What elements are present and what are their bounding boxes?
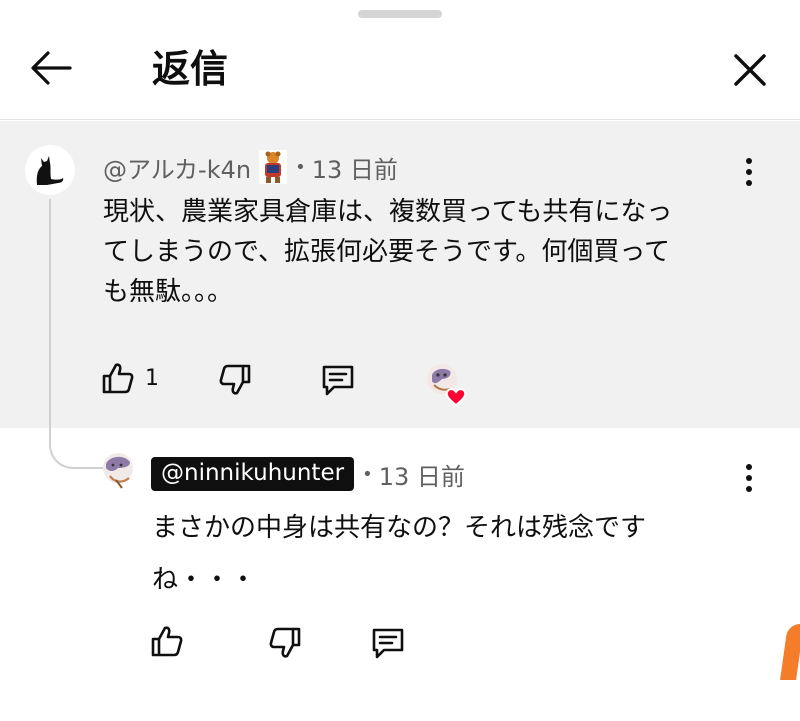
reply-line: ね・・・ [152,565,257,595]
creator-heart-icon [424,361,470,407]
arrow-left-icon [31,51,72,85]
like-count: 1 [145,365,159,391]
more-vert-icon [746,464,752,470]
more-options-button[interactable] [739,152,759,192]
reply-button[interactable] [320,363,356,397]
thread-connector [49,199,111,469]
reply-icon [372,628,404,659]
reply-text: まさかの中身は共有なの？それは残念です ね・・・ [152,502,646,606]
reply-like-button[interactable] [150,624,184,658]
close-button[interactable] [730,50,770,90]
thumbs-down-icon [269,627,301,658]
header: 返信 [0,0,800,120]
reply-meta: @ninnikuhunter • 13 日前 [151,454,465,494]
author-handle[interactable]: @アルカ-k4n [103,150,251,185]
reply-avatar[interactable] [102,452,134,490]
page-title: 返信 [152,47,229,91]
comment-text: 現状、農業家具倉庫は、複数買っても共有になっ てしまうので、拡張何必要そうです。… [103,192,672,312]
avatar[interactable] [25,145,75,195]
member-badge-icon [259,150,288,184]
cat-silhouette-icon [36,156,64,185]
reply-icon [322,365,354,396]
user-avatar-icon [103,453,133,489]
drag-handle[interactable] [358,10,442,18]
parent-comment: @アルカ-k4n • 13 日前 現状、農業家具倉庫は、複数買っても共有になっ … [0,121,800,428]
back-button[interactable] [28,48,74,88]
comment-line: てしまうので、拡張何必要そうです。何個買って [103,237,671,267]
thumbs-up-icon [151,626,183,657]
reply-line: まさかの中身は共有なの？それは残念です [152,513,647,543]
reply-author-handle[interactable]: @ninnikuhunter [151,457,355,491]
more-vert-icon [746,158,752,164]
floating-element-edge [780,624,800,680]
thumbs-down-icon [219,364,251,395]
dislike-button[interactable] [218,363,252,397]
close-icon [734,54,766,86]
reply-dislike-button[interactable] [268,626,302,660]
reply-time: 13 日前 [378,462,465,491]
reply-reply-button[interactable] [370,626,406,660]
reply-more-options-button[interactable] [739,458,759,498]
comment-line: も無駄。。。 [103,277,234,307]
separator-dot: • [362,463,373,485]
comment-line: 現状、農業家具倉庫は、複数買っても共有になっ [103,197,673,227]
comment-meta: @アルカ-k4n • 13 日前 [103,147,398,187]
comment-time: 13 日前 [311,155,398,184]
separator-dot: • [295,156,306,178]
